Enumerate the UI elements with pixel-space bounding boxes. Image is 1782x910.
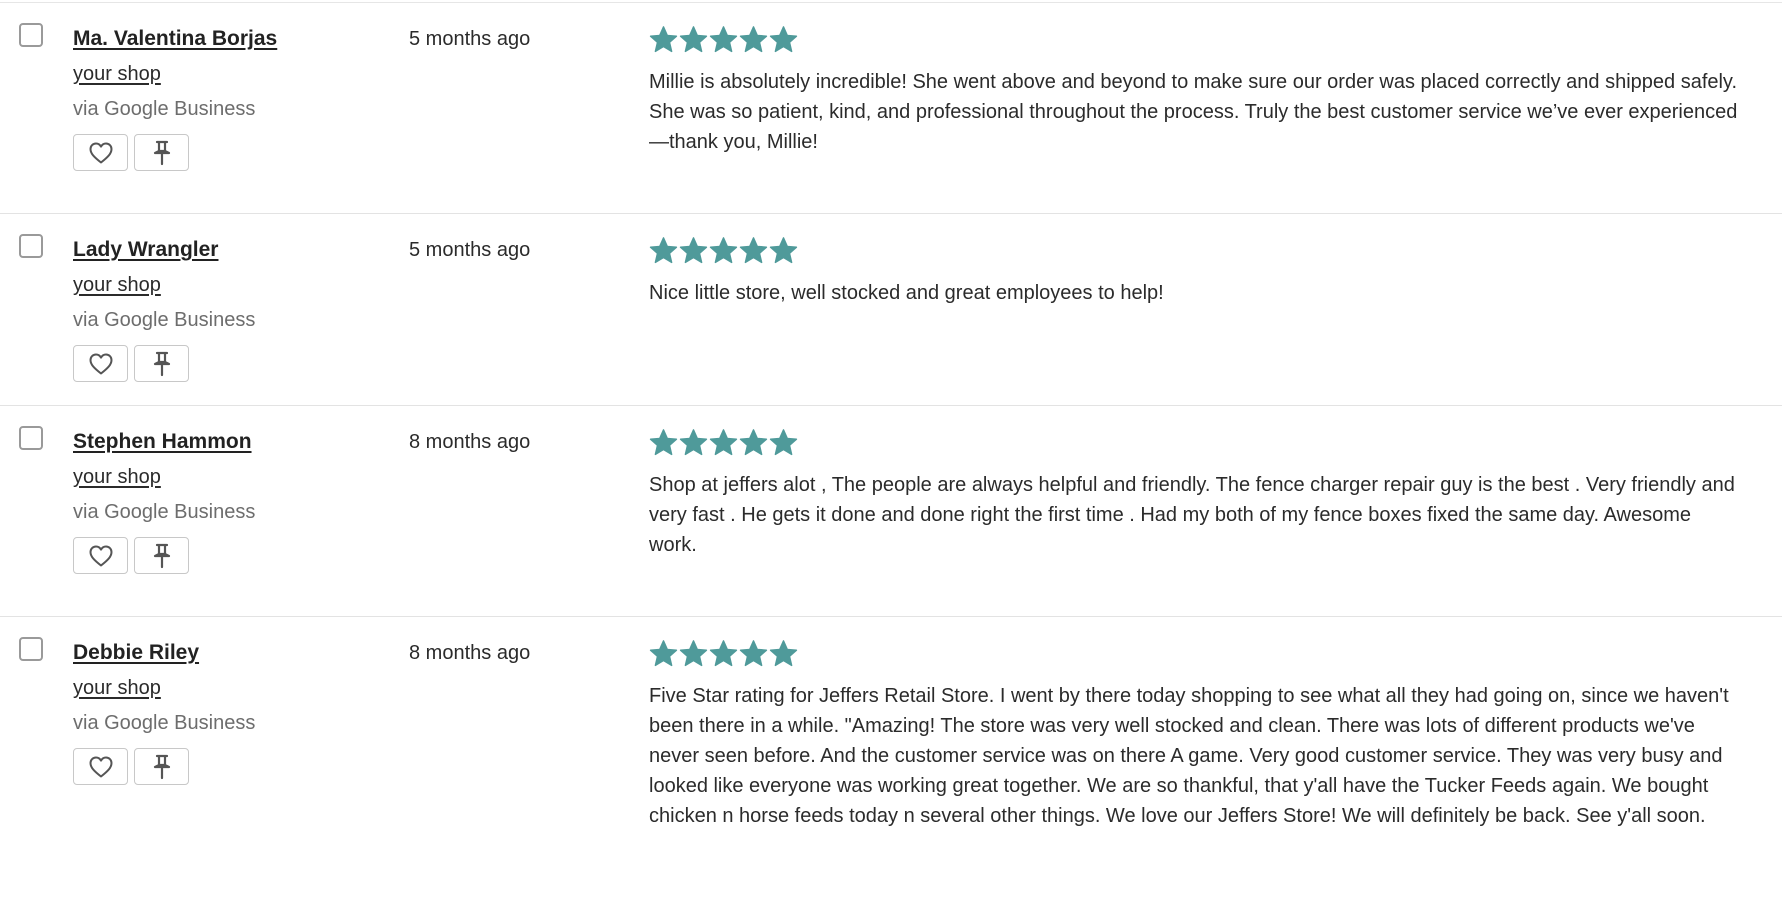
review-date: 8 months ago	[409, 431, 531, 453]
heart-icon	[88, 141, 114, 165]
review-source: via Google Business	[73, 98, 256, 120]
review-actions	[73, 537, 373, 574]
author-name-link[interactable]: Ma. Valentina Borjas	[73, 25, 277, 53]
review-content: Shop at jeffers alot , The people are al…	[649, 426, 1739, 560]
star-filled-icon	[769, 236, 798, 264]
review-text: Nice little store, well stocked and grea…	[649, 282, 1164, 304]
pin-icon	[152, 351, 172, 377]
pin-button[interactable]	[134, 345, 189, 382]
star-filled-icon	[709, 236, 738, 264]
shop-link[interactable]: your shop	[73, 60, 161, 88]
star-filled-icon	[649, 639, 678, 667]
review-date: 8 months ago	[409, 642, 531, 664]
star-filled-icon	[709, 428, 738, 456]
pin-icon	[152, 754, 172, 780]
star-filled-icon	[679, 236, 708, 264]
review-text: Millie is absolutely incredible! She wen…	[649, 71, 1738, 153]
star-filled-icon	[709, 639, 738, 667]
pin-button[interactable]	[134, 748, 189, 785]
review-row: Stephen Hammon your shop via Google Busi…	[0, 406, 1782, 617]
star-rating	[649, 426, 1739, 458]
author-column: Stephen Hammon your shop via Google Busi…	[73, 428, 373, 574]
star-filled-icon	[679, 639, 708, 667]
review-date: 5 months ago	[409, 28, 531, 50]
star-filled-icon	[769, 25, 798, 53]
select-checkbox[interactable]	[19, 637, 43, 661]
star-filled-icon	[739, 236, 768, 264]
review-date: 5 months ago	[409, 239, 531, 261]
star-filled-icon	[649, 428, 678, 456]
star-rating	[649, 234, 1739, 266]
review-content: Millie is absolutely incredible! She wen…	[649, 23, 1739, 157]
author-name-link[interactable]: Stephen Hammon	[73, 428, 252, 456]
like-button[interactable]	[73, 748, 128, 785]
shop-link[interactable]: your shop	[73, 463, 161, 491]
star-filled-icon	[679, 428, 708, 456]
like-button[interactable]	[73, 537, 128, 574]
select-checkbox[interactable]	[19, 23, 43, 47]
heart-icon	[88, 544, 114, 568]
shop-link[interactable]: your shop	[73, 271, 161, 299]
star-filled-icon	[649, 236, 678, 264]
like-button[interactable]	[73, 134, 128, 171]
review-row: Debbie Riley your shop via Google Busine…	[0, 617, 1782, 907]
pin-button[interactable]	[134, 537, 189, 574]
author-column: Ma. Valentina Borjas your shop via Googl…	[73, 25, 373, 171]
review-source: via Google Business	[73, 501, 256, 523]
star-rating	[649, 637, 1739, 669]
author-column: Lady Wrangler your shop via Google Busin…	[73, 236, 373, 382]
star-filled-icon	[739, 25, 768, 53]
star-filled-icon	[769, 639, 798, 667]
author-column: Debbie Riley your shop via Google Busine…	[73, 639, 373, 785]
review-content: Nice little store, well stocked and grea…	[649, 234, 1739, 308]
review-actions	[73, 345, 373, 382]
select-checkbox[interactable]	[19, 426, 43, 450]
review-actions	[73, 134, 373, 171]
star-filled-icon	[769, 428, 798, 456]
author-name-link[interactable]: Lady Wrangler	[73, 236, 218, 264]
select-checkbox[interactable]	[19, 234, 43, 258]
star-filled-icon	[739, 639, 768, 667]
pin-icon	[152, 140, 172, 166]
review-text: Shop at jeffers alot , The people are al…	[649, 474, 1735, 556]
star-filled-icon	[709, 25, 738, 53]
review-source: via Google Business	[73, 309, 256, 331]
review-row: Lady Wrangler your shop via Google Busin…	[0, 214, 1782, 406]
review-row: Ma. Valentina Borjas your shop via Googl…	[0, 3, 1782, 214]
heart-icon	[88, 352, 114, 376]
review-content: Five Star rating for Jeffers Retail Stor…	[649, 637, 1739, 831]
star-rating	[649, 23, 1739, 55]
star-filled-icon	[649, 25, 678, 53]
review-list: Ma. Valentina Borjas your shop via Googl…	[0, 2, 1782, 907]
author-name-link[interactable]: Debbie Riley	[73, 639, 199, 667]
star-filled-icon	[679, 25, 708, 53]
pin-button[interactable]	[134, 134, 189, 171]
review-text: Five Star rating for Jeffers Retail Stor…	[649, 685, 1729, 827]
pin-icon	[152, 543, 172, 569]
review-source: via Google Business	[73, 712, 256, 734]
heart-icon	[88, 755, 114, 779]
like-button[interactable]	[73, 345, 128, 382]
shop-link[interactable]: your shop	[73, 674, 161, 702]
star-filled-icon	[739, 428, 768, 456]
review-actions	[73, 748, 373, 785]
